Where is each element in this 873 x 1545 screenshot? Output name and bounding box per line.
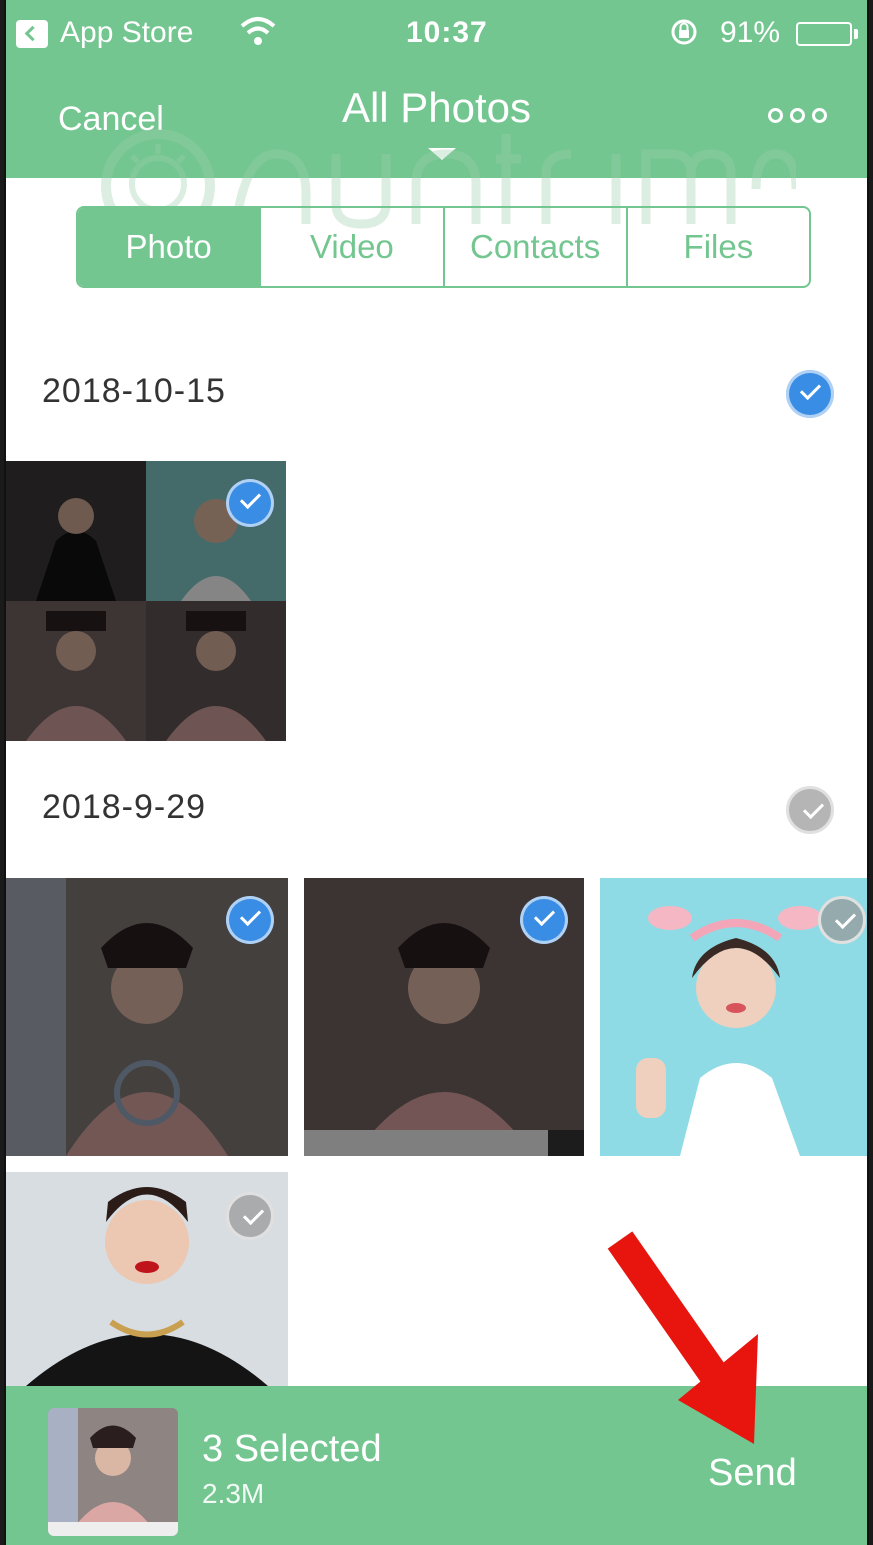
photo-selected-check-icon[interactable]	[226, 896, 274, 944]
wifi-icon	[240, 17, 276, 45]
navigation-bar: Cancel All Photos	[6, 64, 867, 178]
section-date: 2018-10-15	[42, 372, 226, 410]
album-dropdown-icon[interactable]	[428, 148, 456, 160]
selected-size: 2.3M	[202, 1478, 265, 1509]
rotation-lock-icon	[671, 19, 697, 45]
selection-preview-thumbnail[interactable]	[48, 1408, 178, 1536]
select-all-check-icon[interactable]	[786, 370, 834, 418]
section-date: 2018-9-29	[42, 788, 207, 826]
selected-count: 3 Selected	[202, 1428, 382, 1470]
tab-files[interactable]: Files	[628, 208, 809, 286]
more-options-icon[interactable]	[768, 108, 827, 123]
select-all-check-icon[interactable]	[786, 786, 834, 834]
battery-percent: 91%	[720, 16, 781, 49]
photo-thumbnail[interactable]	[304, 878, 584, 1156]
photo-thumbnail[interactable]	[6, 878, 288, 1156]
photo-thumbnail[interactable]	[600, 878, 867, 1156]
photo-thumbnail[interactable]	[6, 1172, 288, 1386]
photo-unselected-check-icon[interactable]	[818, 896, 866, 944]
preview-photo	[48, 1408, 178, 1536]
tab-photo[interactable]: Photo	[78, 208, 262, 286]
back-to-app-icon[interactable]	[16, 20, 48, 48]
album-title[interactable]: All Photos	[6, 84, 867, 132]
battery-tip	[854, 29, 858, 39]
red-arrow-annotation	[607, 1231, 758, 1444]
status-bar: App Store 10:37 91%	[6, 0, 867, 64]
photo-selected-check-icon[interactable]	[520, 896, 568, 944]
back-to-app-label[interactable]: App Store	[60, 16, 193, 50]
send-button[interactable]: Send	[708, 1452, 797, 1495]
battery-icon	[796, 22, 852, 46]
photo-thumbnail[interactable]	[6, 461, 286, 741]
phone-screen: App Store 10:37 91% Cancel All Photos Ph…	[4, 0, 869, 1545]
top-bar: App Store 10:37 91% Cancel All Photos	[6, 0, 867, 178]
media-type-tabs: Photo Video Contacts Files	[76, 206, 811, 288]
tab-video[interactable]: Video	[261, 208, 445, 286]
tab-contacts[interactable]: Contacts	[445, 208, 628, 286]
status-time: 10:37	[406, 16, 488, 49]
photo-unselected-check-icon[interactable]	[226, 1192, 274, 1240]
photo-selected-check-icon[interactable]	[226, 479, 274, 527]
